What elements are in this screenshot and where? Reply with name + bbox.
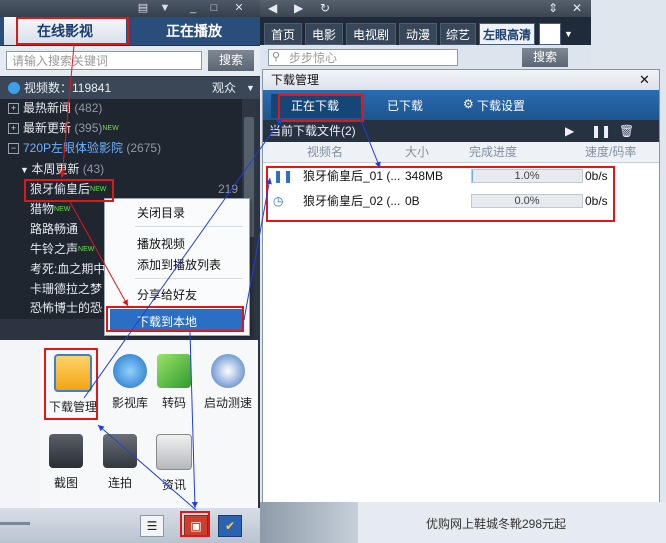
annotation-arrow <box>69 201 129 307</box>
annotation-arrow <box>243 177 272 321</box>
annotation-arrow <box>189 331 198 509</box>
annotation-arrow <box>359 117 381 169</box>
annotation-arrow <box>97 424 197 511</box>
annotation-arrow <box>59 44 75 179</box>
annotation-arrow <box>83 117 283 399</box>
annotation-arrows <box>59 44 381 511</box>
